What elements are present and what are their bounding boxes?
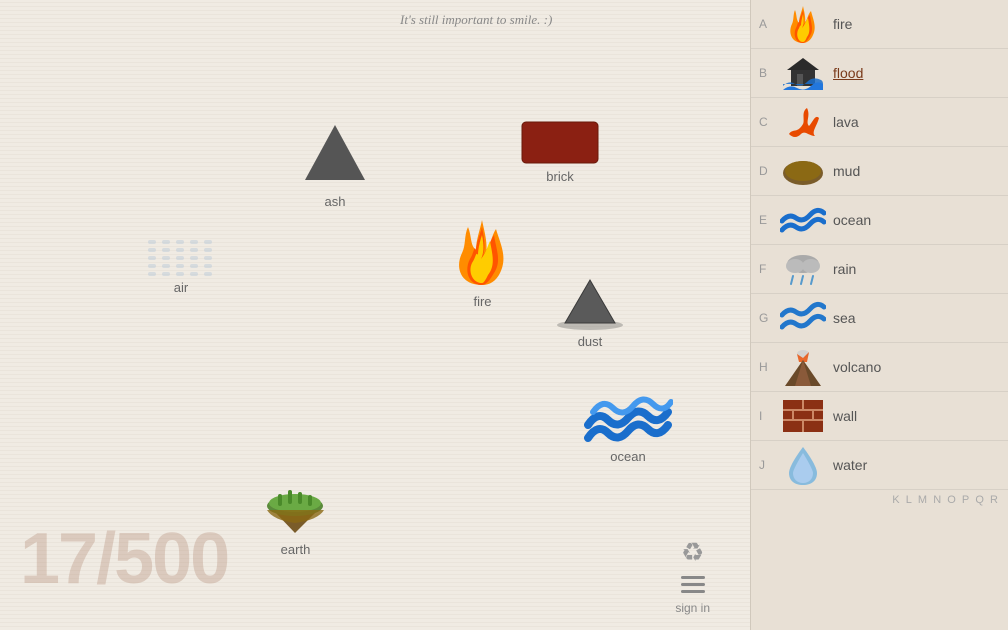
sidebar-label-rain: rain <box>833 261 856 277</box>
brick-icon <box>520 120 600 165</box>
sidebar-label-wall: wall <box>833 408 857 424</box>
dust-label: dust <box>578 334 603 349</box>
sidebar-item-sea[interactable]: G sea <box>751 294 1008 343</box>
element-brick[interactable]: brick <box>520 120 600 184</box>
sidebar-sea-icon <box>779 298 827 338</box>
sidebar-fire-icon <box>779 4 827 44</box>
element-air[interactable]: air <box>148 240 214 295</box>
element-fire[interactable]: fire <box>450 215 515 309</box>
sidebar-wall-icon <box>779 396 827 436</box>
score-counter: 17/500 <box>20 518 228 600</box>
ash-label: ash <box>325 194 346 209</box>
sidebar-letter-c: C <box>759 115 779 129</box>
sidebar-label-mud: mud <box>833 163 860 179</box>
element-ash[interactable]: ash <box>300 120 370 209</box>
sidebar-label-sea: sea <box>833 310 856 326</box>
sidebar-letter-b: B <box>759 66 779 80</box>
sidebar-label-volcano: volcano <box>833 359 881 375</box>
air-icon <box>148 240 214 276</box>
earth-icon <box>258 468 333 538</box>
sidebar-letter-j: J <box>759 458 779 472</box>
sidebar-letter-e: E <box>759 213 779 227</box>
sign-in-label[interactable]: sign in <box>675 601 710 615</box>
sidebar-volcano-icon <box>779 347 827 387</box>
top-message: It's still important to smile. :) <box>400 12 552 28</box>
sidebar-item-ocean[interactable]: E ocean <box>751 196 1008 245</box>
sidebar-item-fire[interactable]: A fire <box>751 0 1008 49</box>
sidebar-letter-h: H <box>759 360 779 374</box>
hamburger-menu[interactable] <box>681 576 705 593</box>
main-canvas[interactable]: It's still important to smile. :) 17/500… <box>0 0 750 630</box>
sidebar-mud-icon <box>779 151 827 191</box>
sidebar-flood-icon <box>779 53 827 93</box>
brick-label: brick <box>546 169 573 184</box>
sidebar-item-mud[interactable]: D mud <box>751 147 1008 196</box>
ocean-label: ocean <box>610 449 645 464</box>
sidebar-item-rain[interactable]: F rain <box>751 245 1008 294</box>
sidebar-lava-icon <box>779 102 827 142</box>
sidebar-letter-f: F <box>759 262 779 276</box>
recycle-icon[interactable]: ♻ <box>681 538 704 568</box>
air-label: air <box>174 280 188 295</box>
sidebar-label-flood: flood <box>833 65 863 81</box>
fire-icon <box>450 215 515 290</box>
sidebar: A fire B flood C <box>750 0 1008 630</box>
ocean-icon <box>583 390 673 445</box>
sidebar-letter-a: A <box>759 17 779 31</box>
sidebar-item-flood[interactable]: B flood <box>751 49 1008 98</box>
sidebar-water-icon <box>779 445 827 485</box>
sidebar-letter-i: I <box>759 409 779 423</box>
element-earth[interactable]: earth <box>258 468 333 557</box>
sidebar-item-volcano[interactable]: H volcano <box>751 343 1008 392</box>
element-ocean[interactable]: ocean <box>583 390 673 464</box>
ash-icon <box>300 120 370 190</box>
sidebar-item-water[interactable]: J water <box>751 441 1008 490</box>
fire-label: fire <box>473 294 491 309</box>
earth-label: earth <box>281 542 311 557</box>
sidebar-letter-g: G <box>759 311 779 325</box>
sidebar-item-lava[interactable]: C lava <box>751 98 1008 147</box>
sidebar-ocean-icon <box>779 200 827 240</box>
sidebar-label-ocean: ocean <box>833 212 871 228</box>
sidebar-label-lava: lava <box>833 114 859 130</box>
sidebar-letter-d: D <box>759 164 779 178</box>
sidebar-label-fire: fire <box>833 16 852 32</box>
sidebar-item-wall[interactable]: I wall <box>751 392 1008 441</box>
dust-icon <box>555 275 625 330</box>
element-dust[interactable]: dust <box>555 275 625 349</box>
sidebar-label-water: water <box>833 457 867 473</box>
sidebar-rain-icon <box>779 249 827 289</box>
